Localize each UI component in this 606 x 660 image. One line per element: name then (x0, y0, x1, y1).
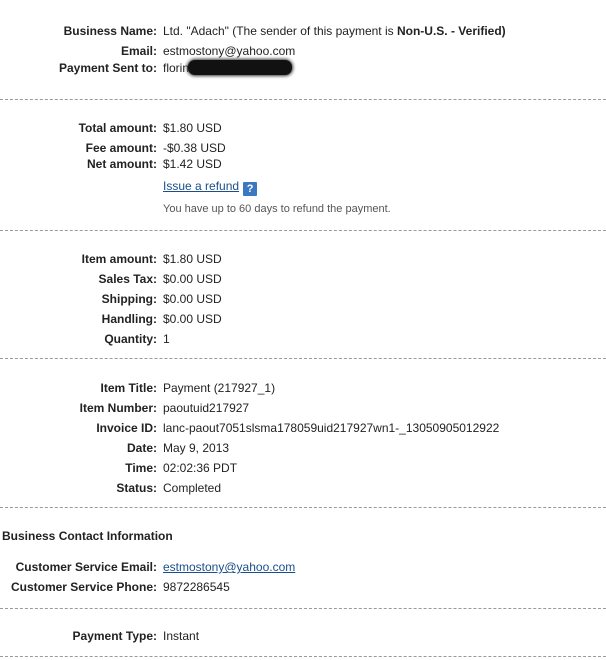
time-label: Time: (125, 461, 157, 475)
quantity-value: 1 (163, 332, 170, 346)
total-amount-value: $1.80 USD (163, 121, 222, 135)
business-name-label: Business Name: (63, 24, 157, 38)
time-value: 02:02:36 PDT (163, 461, 238, 475)
redaction-scribble (188, 60, 293, 75)
status-value: Completed (163, 481, 222, 495)
business-name-value: Ltd. "Adach" (The sender of this payment… (163, 22, 506, 40)
help-icon[interactable]: ? (243, 182, 258, 196)
payment-type-row: Payment Type: Instant (0, 627, 606, 645)
invoice-id-row: Invoice ID: lanc-paout7051slsma178059uid… (0, 419, 606, 437)
payment-sent-to-value: florin (163, 59, 293, 77)
sales-tax-value: $0.00 USD (163, 272, 222, 286)
item-title-value: Payment (217927_1) (163, 381, 276, 395)
payment-type-value: Instant (163, 629, 200, 643)
time-row: Time: 02:02:36 PDT (0, 459, 606, 477)
payment-type-label: Payment Type: (72, 629, 157, 643)
business-email-value: estmostony@yahoo.com (163, 44, 296, 58)
section-divider (0, 608, 606, 609)
status-row: Status: Completed (0, 479, 606, 497)
cs-email-row: Customer Service Email: estmostony@yahoo… (0, 558, 606, 576)
shipping-label: Shipping: (101, 292, 157, 306)
cs-email-link[interactable]: estmostony@yahoo.com (163, 558, 295, 576)
business-email-label: Email: (120, 44, 157, 58)
item-amount-row: Item amount: $1.80 USD (0, 250, 606, 268)
refund-note: You have up to 60 days to refund the pay… (163, 203, 391, 215)
invoice-id-value: lanc-paout7051slsma178059uid217927wn1-_1… (163, 421, 500, 435)
sent-to-visible-text: florin (163, 61, 190, 75)
date-row: Date: May 9, 2013 (0, 439, 606, 457)
business-name-row: Business Name: Ltd. "Adach" (The sender … (0, 22, 606, 40)
net-amount-label: Net amount: (87, 157, 157, 171)
issue-refund-link[interactable]: Issue a refund (163, 179, 239, 193)
quantity-label: Quantity: (104, 332, 157, 346)
status-label: Status: (116, 481, 157, 495)
invoice-id-label: Invoice ID: (96, 421, 157, 435)
handling-row: Handling: $0.00 USD (0, 310, 606, 328)
item-amount-value: $1.80 USD (163, 252, 222, 266)
total-amount-row: Total amount: $1.80 USD (0, 119, 606, 137)
business-email-row: Email: estmostony@yahoo.com (0, 42, 606, 60)
item-number-label: Item Number: (79, 401, 157, 415)
refund-container: Issue a refund? (163, 177, 258, 196)
section-divider (0, 99, 606, 100)
quantity-row: Quantity: 1 (0, 330, 606, 348)
item-number-row: Item Number: paoutuid217927 (0, 399, 606, 417)
section-divider (0, 358, 606, 359)
item-title-label: Item Title: (100, 381, 157, 395)
contact-heading-row: Business Contact Information (0, 527, 606, 545)
net-amount-row: Net amount: $1.42 USD (0, 155, 606, 173)
refund-note-row: You have up to 60 days to refund the pay… (0, 200, 606, 218)
cs-phone-row: Customer Service Phone: 9872286545 (0, 578, 606, 596)
net-amount-value: $1.42 USD (163, 157, 222, 171)
refund-row: Issue a refund? (0, 177, 606, 196)
sales-tax-label: Sales Tax: (98, 272, 157, 286)
cs-email-label: Customer Service Email: (15, 560, 157, 574)
contact-section-title: Business Contact Information (2, 529, 173, 543)
cs-phone-value: 9872286545 (163, 580, 230, 594)
item-amount-label: Item amount: (81, 252, 157, 266)
shipping-value: $0.00 USD (163, 292, 222, 306)
sender-status: Non-U.S. - Verified) (396, 24, 506, 38)
business-name-text: Ltd. "Adach" (The sender of this payment… (163, 24, 397, 38)
cs-phone-label: Customer Service Phone: (10, 580, 157, 594)
date-label: Date: (126, 441, 157, 455)
date-value: May 9, 2013 (163, 441, 230, 455)
section-divider (0, 230, 606, 231)
item-number-value: paoutuid217927 (163, 401, 250, 415)
item-title-row: Item Title: Payment (217927_1) (0, 379, 606, 397)
total-amount-label: Total amount: (78, 121, 157, 135)
handling-label: Handling: (101, 312, 157, 326)
shipping-row: Shipping: $0.00 USD (0, 290, 606, 308)
sales-tax-row: Sales Tax: $0.00 USD (0, 270, 606, 288)
payment-sent-to-row: Payment Sent to: florin (0, 59, 606, 77)
section-divider (0, 507, 606, 508)
payment-sent-to-label: Payment Sent to: (58, 61, 157, 75)
section-divider (0, 656, 606, 657)
handling-value: $0.00 USD (163, 312, 222, 326)
